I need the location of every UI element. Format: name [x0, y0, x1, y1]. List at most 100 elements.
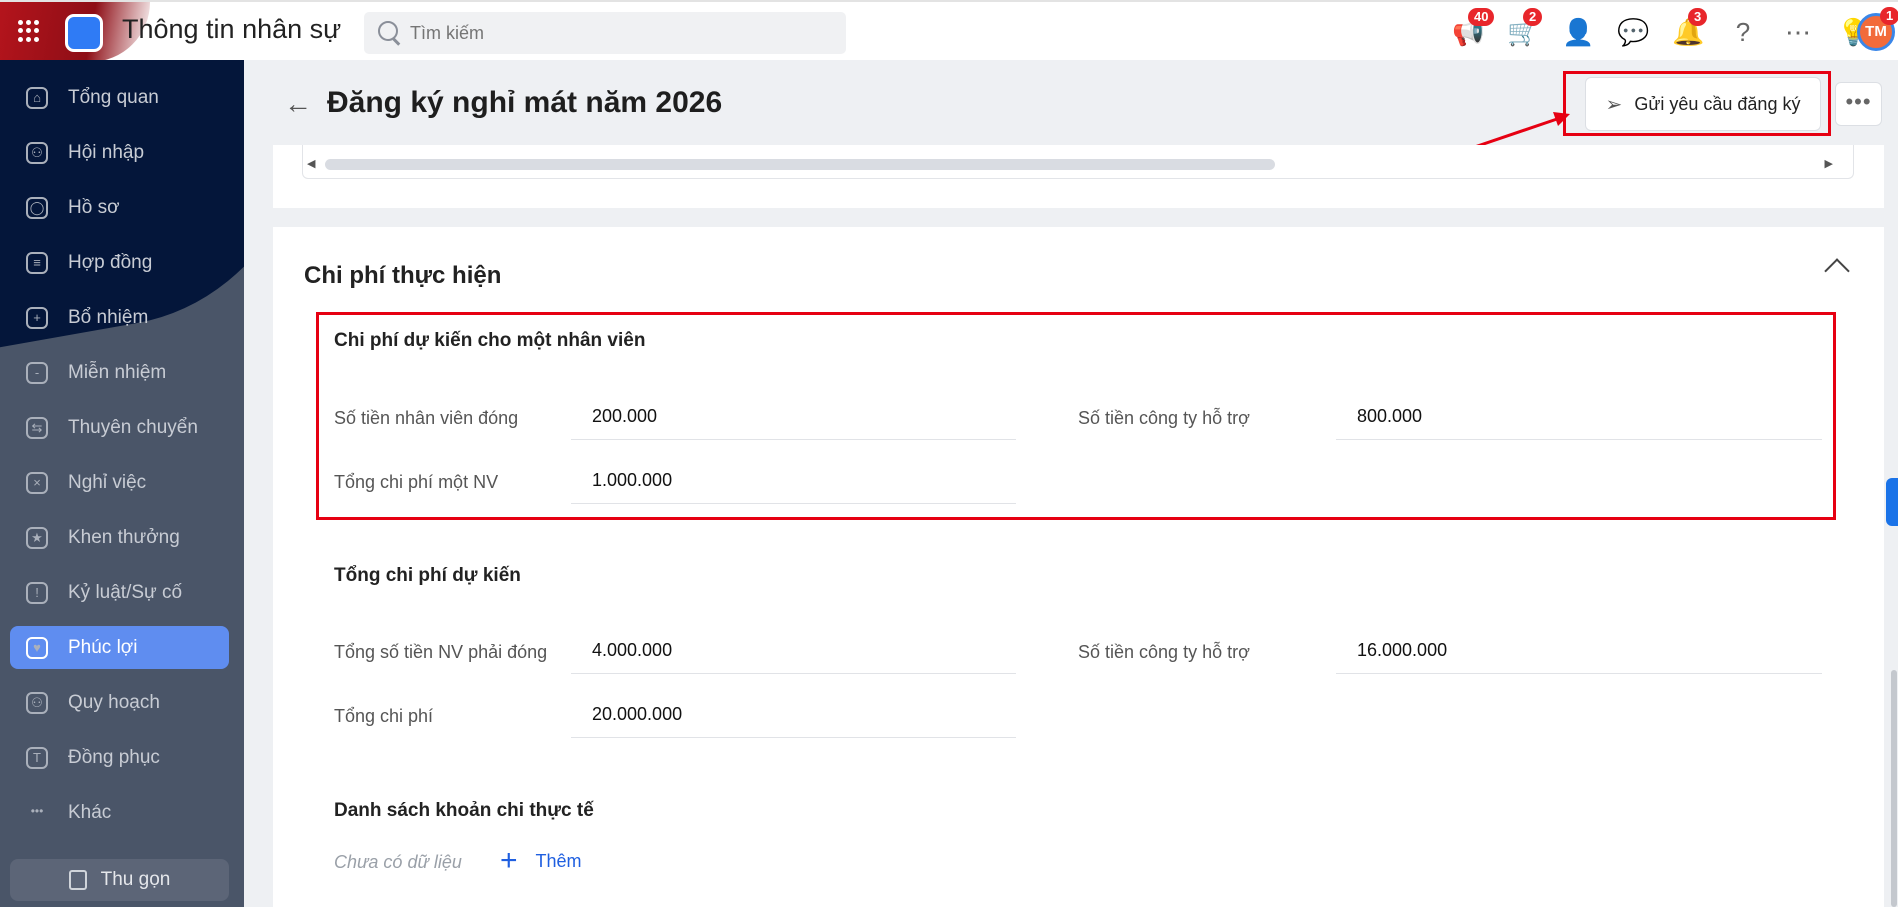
- empty-state-text: Chưa có dữ liệu: [334, 852, 462, 872]
- sidebar-item-icon: -: [26, 361, 48, 384]
- sidebar-item-icon: +: [26, 306, 48, 329]
- sidebar-item[interactable]: × Nghỉ việc: [10, 461, 229, 504]
- sidebar-item-label: Bổ nhiệm: [68, 306, 149, 328]
- sidebar-item[interactable]: ⌂ Tổng quan: [10, 76, 229, 119]
- sidebar-item[interactable]: ♥ Phúc lợi: [10, 626, 229, 669]
- collapse-label: Thu gọn: [100, 869, 171, 890]
- plus-icon: +: [500, 844, 518, 877]
- sidebar-item-icon: •••: [30, 803, 44, 818]
- field-label: Tổng chi phí: [334, 706, 434, 726]
- avatar[interactable]: TM 1: [1857, 7, 1898, 51]
- sidebar-item-label: Khen thưởng: [68, 526, 180, 548]
- add-user-icon[interactable]: 👤: [1562, 16, 1594, 48]
- sidebar-item-icon: ⇆: [26, 416, 48, 439]
- search-input[interactable]: [410, 12, 830, 54]
- avatar-badge: 1: [1880, 7, 1898, 25]
- chat-icon-glyph: 💬: [1617, 17, 1650, 47]
- sidebar-item[interactable]: ★ Khen thưởng: [10, 516, 229, 559]
- sidebar-item-icon: ×: [26, 471, 48, 494]
- more-actions-button[interactable]: •••: [1835, 82, 1882, 126]
- sidebar-item[interactable]: ! Kỷ luật/Sự cố: [10, 571, 229, 614]
- sidebar-item[interactable]: ≡ Hợp đồng: [10, 241, 229, 284]
- notification-badge: 3: [1688, 8, 1708, 26]
- sidebar-item-label: Khác: [68, 801, 112, 823]
- total-company-support-value: 16.000.000: [1336, 632, 1822, 674]
- app-grid-icon[interactable]: [18, 20, 40, 42]
- sidebar-item-label: Nghỉ việc: [68, 471, 147, 493]
- sidebar-item-label: Hội nhập: [68, 141, 145, 163]
- add-expense-button[interactable]: + Thêm: [500, 844, 582, 877]
- horizontal-scrollbar[interactable]: ◀ ▶: [302, 145, 1854, 179]
- sidebar-item[interactable]: T Đồng phục: [10, 736, 229, 779]
- scroll-left-icon[interactable]: ◀: [307, 157, 315, 170]
- page-title: Đăng ký nghỉ mát năm 2026: [327, 86, 723, 119]
- total-cost-value: 20.000.000: [571, 696, 1016, 738]
- search-icon: [378, 21, 398, 41]
- more-circle-icon[interactable]: ⋯: [1782, 16, 1814, 48]
- sidebar-item-icon: ★: [26, 526, 48, 549]
- sidebar-item-icon: ◯: [26, 196, 48, 219]
- sidebar-item-label: Hồ sơ: [68, 196, 120, 218]
- field-label: Số tiền công ty hỗ trợ: [1078, 408, 1250, 428]
- more-circle-icon-glyph: ⋯: [1785, 17, 1811, 47]
- sidebar-item-icon: ⌂: [26, 86, 48, 109]
- total-employee-contribution-value: 4.000.000: [571, 632, 1016, 674]
- sidebar-item-icon: !: [26, 581, 48, 604]
- sidebar-item[interactable]: ⇆ Thuyên chuyển: [10, 406, 229, 449]
- sidebar-item[interactable]: - Miễn nhiệm: [10, 351, 229, 394]
- top-bar: Thông tin nhân sự 📢40🛒2👤💬🔔3?⋯💡 TM 1: [0, 0, 1898, 62]
- sidebar-item[interactable]: ⚇ Hội nhập: [10, 131, 229, 174]
- sidebar-item-label: Đồng phục: [68, 746, 160, 768]
- field-label: Số tiền nhân viên đóng: [334, 408, 519, 428]
- per-employee-title: Chi phí dự kiến cho một nhân viên: [334, 330, 646, 351]
- app-logo-icon: [65, 14, 103, 52]
- sidebar-item[interactable]: ⚇ Quy hoạch: [10, 681, 229, 724]
- sidebar-item-label: Kỷ luật/Sự cố: [68, 581, 183, 603]
- sidebar-item-icon: ≡: [26, 251, 48, 274]
- back-arrow-icon[interactable]: ←: [284, 88, 312, 120]
- field-label: Số tiền công ty hỗ trợ: [1078, 642, 1250, 662]
- scroll-thumb[interactable]: [325, 159, 1275, 170]
- send-request-label: Gửi yêu cầu đăng ký: [1634, 93, 1801, 114]
- sidebar-item[interactable]: + Bổ nhiệm: [10, 296, 229, 339]
- add-user-icon-glyph: 👤: [1562, 17, 1595, 47]
- sidebar-item-icon: ♥: [26, 636, 48, 659]
- cart-icon[interactable]: 🛒 2: [1507, 8, 1543, 48]
- sidebar-item-label: Thuyên chuyển: [68, 416, 198, 438]
- bell-icon[interactable]: 🔔 3: [1672, 8, 1708, 48]
- scroll-right-icon[interactable]: ▶: [1825, 157, 1833, 170]
- send-icon: ➢: [1605, 93, 1623, 116]
- add-label: Thêm: [535, 850, 582, 871]
- help-icon-glyph: ?: [1735, 17, 1751, 47]
- collapse-sidebar-button[interactable]: Thu gọn: [10, 859, 229, 901]
- megaphone-icon[interactable]: 📢 40: [1452, 8, 1495, 48]
- app-title: Thông tin nhân sự: [122, 14, 342, 44]
- send-request-button[interactable]: ➢ Gửi yêu cầu đăng ký: [1585, 77, 1821, 131]
- actual-expenses-title: Danh sách khoản chi thực tế: [334, 800, 594, 821]
- sidebar-item-label: Hợp đồng: [68, 251, 153, 273]
- sidebar-item-label: Tổng quan: [68, 86, 159, 108]
- field-label: Tổng số tiền NV phải đóng: [334, 642, 548, 662]
- sidebar-item-icon: T: [26, 746, 48, 769]
- sidebar-item-icon: ⚇: [26, 141, 48, 164]
- collapse-icon: [68, 870, 87, 890]
- search-box[interactable]: [364, 12, 846, 54]
- help-icon[interactable]: ?: [1727, 16, 1759, 48]
- sidebar-item-label: Miễn nhiệm: [68, 361, 167, 383]
- field-label: Tổng chi phí một NV: [334, 472, 499, 492]
- sidebar: ⌂ Tổng quan ⚇ Hội nhập ◯ Hồ sơ ≡ Hợp đồng + Bổ nh…: [0, 60, 244, 907]
- sidebar-item-icon: ⚇: [26, 691, 48, 714]
- chat-icon[interactable]: 💬: [1617, 16, 1649, 48]
- sidebar-item-label: Phúc lợi: [68, 636, 138, 658]
- notification-badge: 40: [1468, 8, 1495, 26]
- sidebar-item[interactable]: ◯ Hồ sơ: [10, 186, 229, 229]
- total-cost-title: Tổng chi phí dự kiến: [334, 565, 521, 586]
- notification-badge: 2: [1523, 8, 1543, 26]
- section-title: Chi phí thực hiện: [304, 262, 502, 289]
- sidebar-item[interactable]: ••• Khác: [10, 791, 229, 834]
- employee-contribution-value: 200.000: [571, 398, 1016, 440]
- previous-section-card: ◀ ▶: [273, 145, 1884, 208]
- avatar-initials: TM: [1865, 23, 1887, 40]
- sidebar-item-label: Quy hoạch: [68, 691, 160, 713]
- side-drawer-tab[interactable]: [1886, 478, 1898, 526]
